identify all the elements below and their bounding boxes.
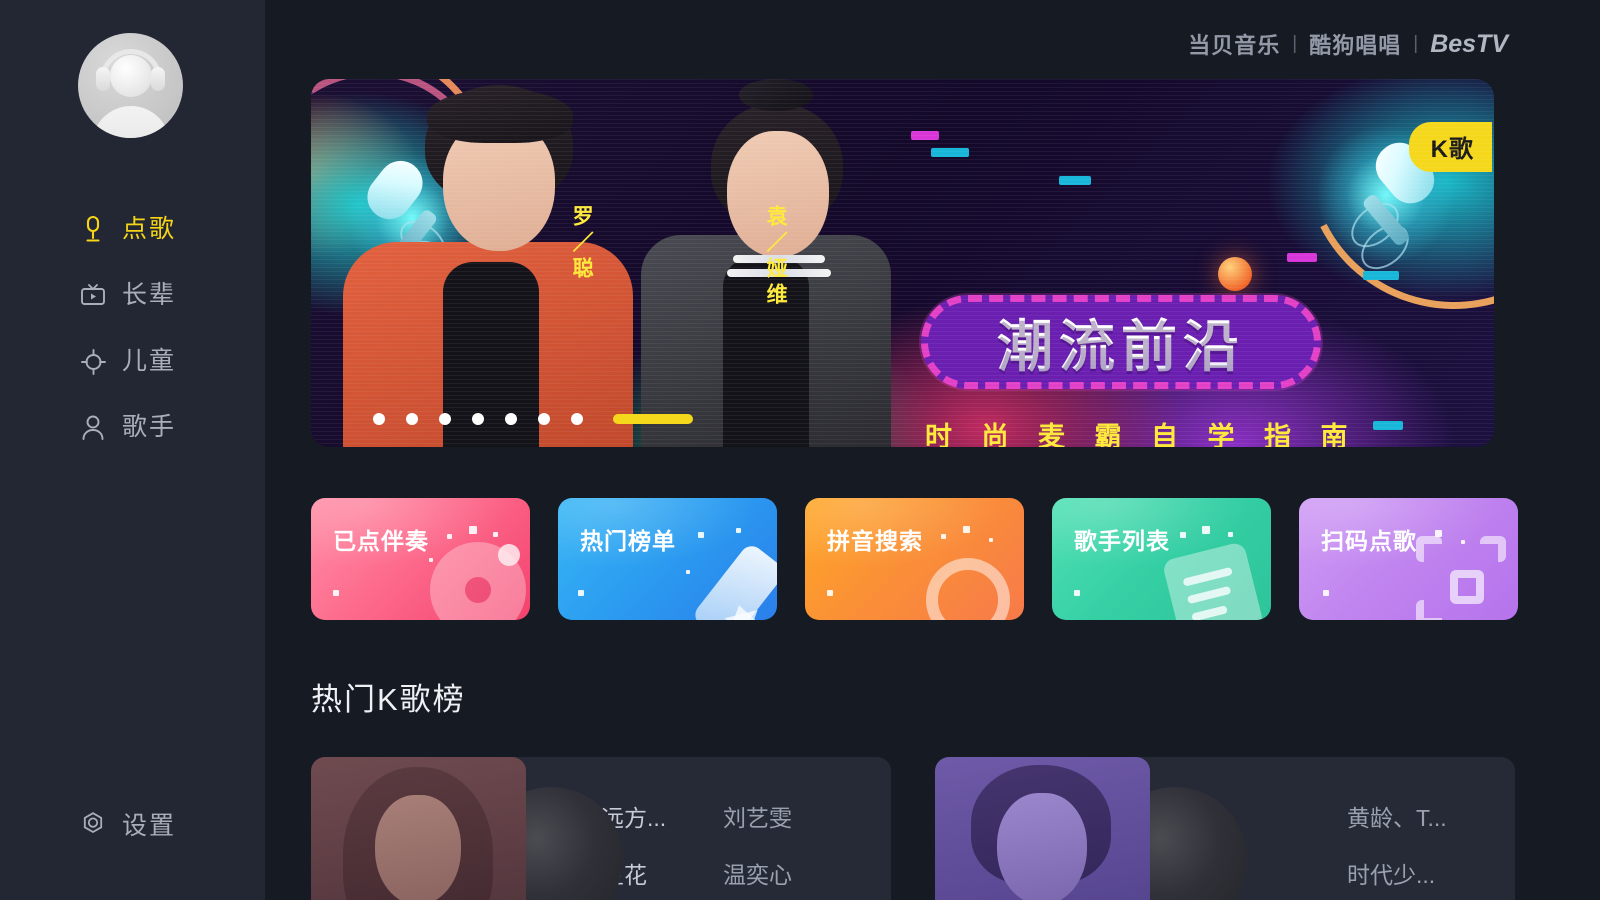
carousel-indicators [373,413,693,425]
carousel-dot[interactable] [406,413,418,425]
app-root: 点歌 长辈 儿童 歌手 设置 当贝音乐 | 酷狗唱唱 | BesTV 罗／聪 袁… [0,0,1600,900]
headphone-cup-left-icon [96,67,110,91]
song-artist: 刘艺雯 [723,804,792,831]
karaoke-badge[interactable]: K歌 [1408,122,1492,172]
person-icon [78,412,108,442]
sidebar-nav: 点歌 长辈 儿童 歌手 [0,196,265,460]
sidebar-item-label: 歌手 [122,412,177,441]
card-singer-list[interactable]: 歌手列表 [1052,498,1271,620]
sidebar-item-label: 长辈 [122,280,177,309]
sidebar-item-label: 设置 [122,812,177,840]
brand-secondary: 酷狗唱唱 [1309,33,1402,58]
card-label: 拼音搜索 [827,528,923,554]
decor-dash-4 [1287,253,1317,262]
carousel-dot[interactable] [472,413,484,425]
cover-portrait-face [997,793,1087,900]
rank-chart-card: 1 叹 黄龄、T... 2 有你 时代少... 热歌榜 [935,757,1515,900]
sidebar-item-children[interactable]: 儿童 [0,328,265,394]
song-artist: 温奕心 [723,861,792,888]
banner-title-plate: 潮流前沿 [921,295,1321,389]
gear-icon [78,809,108,839]
carousel-dot[interactable] [373,413,385,425]
sidebar-item-label: 点歌 [122,214,177,243]
promo-banner[interactable]: 罗／聪 袁／娅维 潮流前沿 时 尚 麦 霸 自 学 指 南 K歌 [311,79,1494,447]
avatar-image [78,33,183,138]
card-label: 热门榜单 [580,528,676,554]
rank-chart-list: 1 听闻远方... 刘艺雯 2 一路生花 温奕心 点唱榜 [311,757,1600,900]
card-sparkles [558,498,777,620]
card-sparkles [311,498,530,620]
sidebar-item-settings[interactable]: 设置 [0,806,265,842]
section-title-hot-karaoke: 热门K歌榜 [311,682,466,717]
performer-right-name: 袁／娅维 [764,205,788,309]
sidebar-item-song-request[interactable]: 点歌 [0,196,265,262]
decor-dash-8 [1373,421,1403,430]
banner-subtitle: 时 尚 麦 霸 自 学 指 南 [925,422,1359,447]
decor-orange-ball [1218,257,1252,291]
card-pinyin-search[interactable]: 拼音搜索 [805,498,1024,620]
carousel-dot[interactable] [538,413,550,425]
brand-bar: 当贝音乐 | 酷狗唱唱 | BesTV [1188,28,1508,60]
sidebar-item-label: 儿童 [122,346,177,375]
target-icon [78,346,108,376]
rank-cover-hot-songs[interactable]: 热歌榜 [935,757,1150,900]
card-sparkles [805,498,1024,620]
cover-portrait-face [375,795,461,900]
carousel-dot-active[interactable] [613,414,693,424]
headphone-cup-right-icon [151,67,165,91]
song-artist: 黄龄、T... [1347,804,1447,831]
card-selected-accompaniment[interactable]: 已点伴奏 [311,498,530,620]
sidebar-item-singers[interactable]: 歌手 [0,394,265,460]
song-artist: 时代少... [1347,861,1436,888]
avatar-body-shape [91,106,170,138]
card-label: 扫码点歌 [1321,528,1417,554]
avatar[interactable] [78,33,183,138]
brand-primary: 当贝音乐 [1188,33,1281,58]
card-hot-charts[interactable]: 热门榜单 [558,498,777,620]
carousel-dot[interactable] [439,413,451,425]
main-content: 当贝音乐 | 酷狗唱唱 | BesTV 罗／聪 袁／娅维 潮流前沿 时 尚 麦 … [265,0,1600,900]
carousel-dot[interactable] [571,413,583,425]
card-sparkles [1299,498,1518,620]
card-scan-to-request[interactable]: 扫码点歌 [1299,498,1518,620]
card-label: 已点伴奏 [333,528,429,554]
rank-cover-song-request[interactable]: 点唱榜 [311,757,526,900]
tv-play-icon [78,280,108,310]
sidebar: 点歌 长辈 儿童 歌手 设置 [0,0,265,900]
brand-separator-1: | [1292,33,1298,54]
decor-dash-3 [1059,176,1091,185]
card-sparkles [1052,498,1271,620]
performer-left-name: 罗／聪 [570,205,594,283]
carousel-dot[interactable] [505,413,517,425]
microphone-icon [78,214,108,244]
rank-chart-card: 1 听闻远方... 刘艺雯 2 一路生花 温奕心 点唱榜 [311,757,891,900]
male-fringe [427,89,573,143]
sidebar-item-elders[interactable]: 长辈 [0,262,265,328]
card-label: 歌手列表 [1074,528,1170,554]
quick-action-cards: 已点伴奏 热门榜单 拼音搜索 歌手列表 扫码点歌 [311,498,1600,620]
brand-separator-2: | [1413,33,1419,54]
decor-dash-5 [1363,271,1399,280]
brand-tertiary: BesTV [1430,29,1508,58]
female-hair-bow [739,79,813,111]
banner-title: 潮流前沿 [997,302,1245,383]
